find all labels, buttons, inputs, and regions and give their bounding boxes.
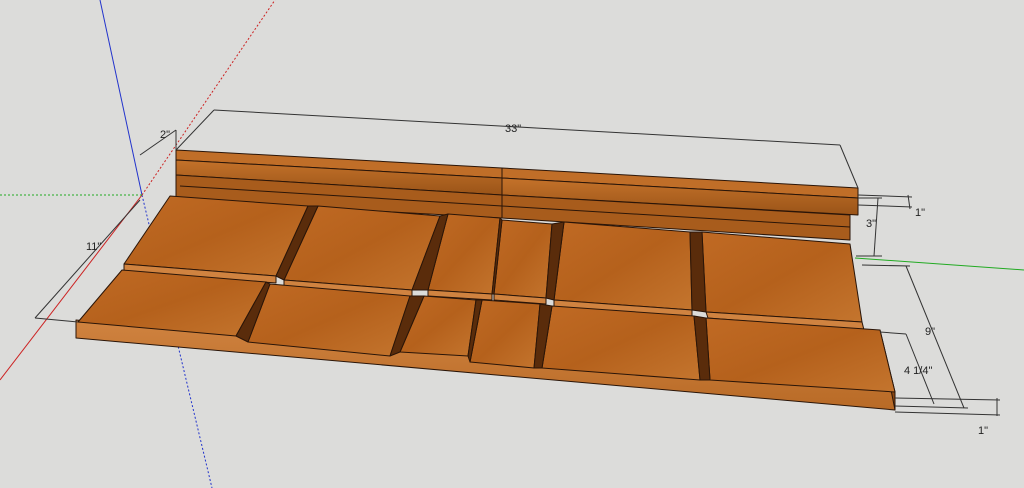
panel-back-1 <box>123 195 309 277</box>
dim-slot-offset: 4 1/4" <box>904 365 932 377</box>
dim-fence-height: 3" <box>866 218 876 230</box>
dim-fence-depth: 2" <box>160 129 170 141</box>
panel-front-5 <box>541 305 701 381</box>
panel-front-6 <box>705 317 896 393</box>
dim-base-thickness: 1" <box>978 425 988 437</box>
panel-back-5 <box>553 221 693 311</box>
sketchup-viewport[interactable]: 2" 33" 11" 1" 3" 9" 4 1/4" 1" <box>0 0 1024 488</box>
dim-fence-thickness: 1" <box>915 207 925 219</box>
panel-back-6 <box>701 231 863 323</box>
green-axis <box>854 257 1024 271</box>
dim-board-depth: 11" <box>86 241 101 253</box>
dim-slot-spacing: 9" <box>925 326 935 338</box>
panel-back-4 <box>493 219 553 299</box>
dim-total-length: 33" <box>505 123 521 135</box>
blue-axis <box>99 0 143 196</box>
